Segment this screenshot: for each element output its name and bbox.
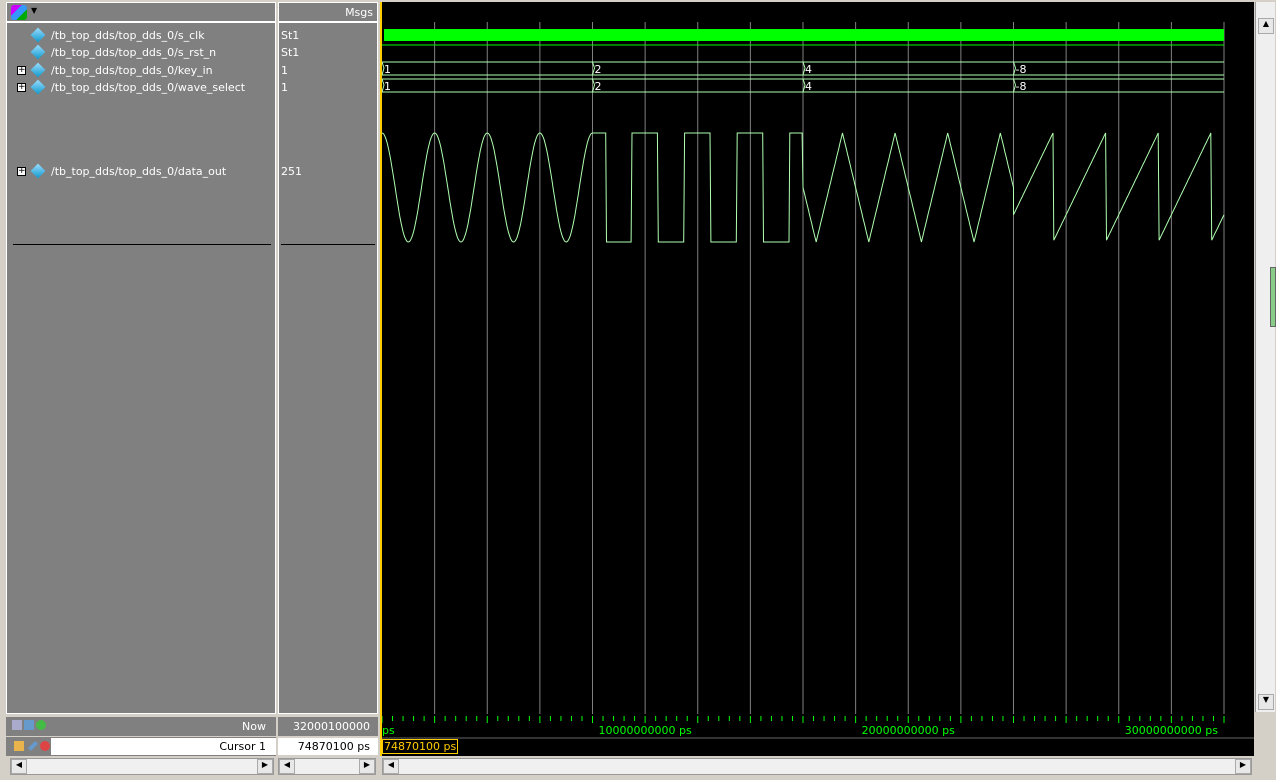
- bus-value-label: 2: [594, 63, 601, 76]
- signal-name: /tb_top_dds/top_dds_0/wave_select: [51, 81, 246, 94]
- signal-icon: [30, 163, 46, 179]
- scroll-right-button[interactable]: ▶: [257, 759, 273, 774]
- timeline-label: 30000000000 ps: [1125, 724, 1218, 737]
- lock-icon[interactable]: [14, 741, 24, 751]
- signal-value: St1: [281, 46, 300, 59]
- delete-cursor-icon[interactable]: [40, 741, 50, 751]
- msgs-header: Msgs: [279, 3, 377, 23]
- scroll-right-button[interactable]: ▶: [359, 759, 375, 774]
- timeline-label: ps: [382, 724, 395, 737]
- timeline-label: 10000000000 ps: [599, 724, 692, 737]
- cursor-row: Cursor 1: [6, 737, 276, 756]
- signal-icon: [30, 44, 46, 60]
- cursor-tag[interactable]: 74870100 ps: [382, 739, 459, 754]
- signal-name: /tb_top_dds/top_dds_0/s_rst_n: [51, 46, 217, 59]
- now-row: Now: [6, 717, 276, 736]
- scroll-left-button[interactable]: ◀: [383, 759, 399, 774]
- bus-value-label: -8: [1015, 80, 1026, 93]
- signal-value: 1: [281, 81, 288, 94]
- wave-signal-icon[interactable]: [11, 5, 27, 20]
- bus-value-label: 2: [594, 80, 601, 93]
- chevron-down-icon[interactable]: ▼: [31, 6, 37, 15]
- wrench-icon[interactable]: [28, 741, 38, 751]
- names-header: ▼: [7, 3, 275, 23]
- signal-icon: [30, 79, 46, 95]
- bus-value-label: -8: [1015, 63, 1026, 76]
- names-hscrollbar[interactable]: ◀ ▶: [10, 758, 274, 775]
- bus-value-label: 1: [384, 80, 391, 93]
- now-label: Now: [242, 720, 266, 733]
- timeline[interactable]: ps 10000000000 ps 20000000000 ps 3000000000…: [380, 714, 1254, 756]
- row-divider: [281, 244, 375, 245]
- timeline-label: 20000000000 ps: [862, 724, 955, 737]
- now-value: 32000100000 ps: [278, 717, 378, 752]
- signal-name: /tb_top_dds/top_dds_0/data_out: [51, 165, 227, 178]
- expand-icon[interactable]: +: [17, 83, 26, 92]
- signal-icon: [30, 62, 46, 78]
- signal-value: 251: [281, 165, 302, 178]
- signal-value: St1: [281, 29, 300, 42]
- cursor-value: 74870100 ps: [278, 738, 378, 755]
- scroll-left-button[interactable]: ◀: [11, 759, 27, 774]
- timeline-ruler[interactable]: ps 10000000000 ps 20000000000 ps 3000000000…: [380, 714, 1254, 756]
- values-pane: Msgs St1 St1 1 1 251: [278, 2, 378, 714]
- scroll-down-button[interactable]: ▼: [1258, 694, 1274, 710]
- bookmark-icon[interactable]: [12, 720, 22, 730]
- bus-value-label: 4: [805, 63, 812, 76]
- scroll-right-button[interactable]: ▶: [1235, 759, 1251, 774]
- add-cursor-icon[interactable]: [36, 720, 46, 730]
- window-icon[interactable]: [24, 720, 34, 730]
- bus-value-label: 4: [805, 80, 812, 93]
- msgs-label: Msgs: [345, 6, 373, 19]
- cursor-name[interactable]: Cursor 1: [51, 738, 276, 755]
- values-hscrollbar[interactable]: ◀ ▶: [278, 758, 376, 775]
- vertical-scrollbar[interactable]: ▲ ▼: [1255, 2, 1276, 712]
- wave-hscrollbar[interactable]: ◀ ▶: [382, 758, 1252, 775]
- scroll-thumb[interactable]: [1270, 267, 1276, 327]
- scroll-left-button[interactable]: ◀: [279, 759, 295, 774]
- scroll-up-button[interactable]: ▲: [1258, 18, 1274, 34]
- expand-icon[interactable]: +: [17, 167, 26, 176]
- row-divider: [13, 244, 271, 245]
- bus-value-label: 1: [384, 63, 391, 76]
- signal-name: /tb_top_dds/top_dds_0/key_in: [51, 64, 213, 77]
- signal-name: /tb_top_dds/top_dds_0/s_clk: [51, 29, 205, 42]
- wave-header: [380, 2, 1254, 22]
- waveform-canvas[interactable]: 1 2 4 -8 1 2 4 -8: [380, 2, 1254, 714]
- signal-names-pane: ▼ /tb_top_dds/top_dds_0/s_clk/tb_top_dds…: [6, 2, 276, 714]
- signal-icon: [30, 27, 46, 43]
- s-clk-trace: [384, 29, 1224, 41]
- signal-value: 1: [281, 64, 288, 77]
- expand-icon[interactable]: +: [17, 66, 26, 75]
- waveform-pane[interactable]: 1 2 4 -8 1 2 4 -8: [380, 2, 1254, 714]
